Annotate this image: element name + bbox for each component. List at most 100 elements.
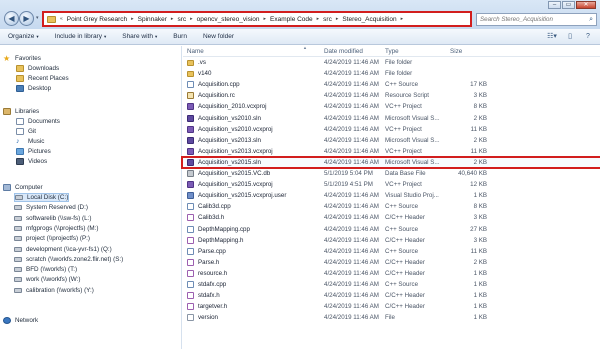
file-row[interactable]: stdafx.cpp 4/24/2019 11:46 AM C++ Source 1 … [183, 280, 600, 289]
nav-downloads[interactable]: Downloads [16, 64, 59, 73]
help-icon[interactable]: ? [582, 32, 594, 42]
nav-label: Computer [15, 184, 43, 191]
cpp-file-icon [187, 225, 194, 233]
file-row[interactable]: Acquisition.cpp 4/24/2019 11:46 AM C++ Sou… [183, 80, 600, 89]
file-row[interactable]: Acquisition_vs2013.sln 4/24/2019 11:46 AM… [183, 136, 600, 145]
nav-favorites[interactable]: ★ Favorites [3, 54, 41, 63]
share-with-menu[interactable]: Share with ▾ [114, 33, 165, 40]
file-row[interactable]: Acquisition_2010.vcxproj 4/24/2019 11:46 … [183, 102, 600, 111]
nav-label: mfgprogs (\\projectfs) (M:) [26, 224, 99, 232]
cpp-file-icon [187, 81, 194, 89]
preview-pane-icon[interactable]: ▯ [564, 32, 576, 42]
nav-drive-item[interactable]: System Reserved (D:) [14, 203, 88, 212]
window-controls: – ▭ ✕ [547, 1, 596, 9]
file-row[interactable]: Acquisition_vs2013.vcxproj 4/24/2019 11:4… [183, 147, 600, 156]
file-row[interactable]: Acquisition_vs2015.vcxproj.user 4/24/2019… [183, 191, 600, 200]
file-row[interactable]: v140 4/24/2019 11:46 AM File folder [183, 69, 600, 78]
recent-pages-chevron-icon[interactable]: ▾ [36, 15, 39, 21]
breadcrumb-item[interactable]: Stereo_Acquisition [339, 16, 399, 23]
file-row[interactable]: Acquisition.rc 4/24/2019 11:46 AM Resource… [183, 91, 600, 100]
nav-label: Downloads [28, 65, 60, 72]
address-bar[interactable]: « Point Grey Research ▸ Spinnaker ▸ src ▸ open… [42, 11, 472, 27]
file-row[interactable]: Acquisition_vs2015.VC.db 5/1/2019 5:04 PM… [183, 169, 600, 178]
file-row[interactable]: Parse.h 4/24/2019 11:46 AM C/C++ Header 2 K… [183, 258, 600, 267]
close-button[interactable]: ✕ [576, 1, 596, 9]
nav-network[interactable]: Network [3, 316, 38, 325]
organize-menu[interactable]: Organize ▾ [0, 33, 47, 40]
new-folder-button[interactable]: New folder [195, 33, 242, 40]
file-type: File folder [385, 59, 413, 66]
nav-music[interactable]: ♪ Music [16, 137, 44, 146]
file-row[interactable]: Parse.cpp 4/24/2019 11:46 AM C++ Source 11 … [183, 247, 600, 256]
breadcrumb-item[interactable]: Point Grey Research [64, 16, 130, 23]
column-header-name[interactable]: Name [187, 48, 204, 55]
file-row[interactable]: Calib3d.h 4/24/2019 11:46 AM C/C++ Header 3… [183, 213, 600, 222]
breadcrumb-item[interactable]: opencv_stereo_vision [194, 16, 263, 23]
breadcrumb-item[interactable]: Example Code [267, 16, 316, 23]
nav-videos[interactable]: Videos [16, 157, 47, 166]
breadcrumb-item[interactable]: src [174, 16, 189, 23]
file-row[interactable]: Acquisition_vs2015.sln 4/24/2019 11:46 AM… [181, 155, 600, 170]
file-type: File folder [385, 70, 413, 78]
nav-libraries[interactable]: Libraries [3, 107, 39, 116]
nav-documents[interactable]: Documents [16, 117, 60, 126]
file-row[interactable]: .vs 4/24/2019 11:46 AM File folder [183, 58, 600, 67]
forward-arrow-icon[interactable]: ▶ [19, 11, 34, 26]
file-date: 4/24/2019 11:46 AM [324, 70, 379, 78]
search-icon[interactable]: ⌕ [589, 16, 593, 24]
nav-drive-item[interactable]: work (\\workfs) (W:) [14, 275, 80, 284]
title-bar: – ▭ ✕ ◀ ▶ ▾ « Point Grey Research ▸ Spinna… [0, 0, 600, 29]
nav-drive-item[interactable]: project (\\projectfs) (P:) [14, 234, 90, 243]
nav-label: Favorites [15, 55, 41, 62]
file-size: 8 KB [473, 103, 487, 111]
file-row[interactable]: Acquisition_vs2015.vcxproj 5/1/2019 4:51 … [183, 180, 600, 189]
burn-button[interactable]: Burn [165, 33, 195, 40]
file-size: 17 KB [470, 81, 487, 89]
file-row[interactable]: DepthMapping.h 4/24/2019 11:46 AM C/C++ He… [183, 236, 600, 245]
breadcrumb-item[interactable]: Spinnaker [135, 16, 170, 23]
file-date: 4/24/2019 11:46 AM [324, 314, 379, 322]
include-in-library-menu[interactable]: Include in library ▾ [47, 33, 115, 40]
file-row[interactable]: version 4/24/2019 11:46 AM File 1 KB [183, 313, 600, 322]
file-row[interactable]: Acquisition_vs2010.sln 4/24/2019 11:46 AM… [183, 114, 600, 123]
file-row[interactable]: resource.h 4/24/2019 11:46 AM C/C++ Header… [183, 269, 600, 278]
nav-computer[interactable]: Computer [3, 183, 43, 192]
file-type: C++ Source [385, 81, 419, 89]
nav-drive-item[interactable]: scratch (\\workfs.zone2.flir.net) (S:) [14, 255, 123, 264]
drive-icon [15, 195, 23, 200]
maximize-button[interactable]: ▭ [562, 1, 575, 9]
h-file-icon [187, 214, 194, 222]
search-input[interactable] [477, 16, 577, 23]
file-size: 1 KB [473, 281, 487, 288]
column-header-type[interactable]: Type [385, 48, 399, 55]
nav-drive-item[interactable]: mfgprogs (\\projectfs) (M:) [14, 224, 98, 233]
search-box[interactable]: ⌕ [476, 13, 597, 26]
change-view-icon[interactable]: ☷▾ [546, 32, 558, 42]
column-header-date[interactable]: Date modified [324, 48, 363, 55]
file-name-cell: targetver.h [187, 303, 227, 311]
nav-drive-item[interactable]: Local Disk (C:) [14, 193, 70, 202]
nav-recent-places[interactable]: Recent Places [16, 74, 69, 83]
nav-drive-item[interactable]: development (\\ca-yvr-fs1) (Q:) [14, 245, 112, 254]
file-row[interactable]: targetver.h 4/24/2019 11:46 AM C/C++ Heade… [183, 302, 600, 311]
nav-git[interactable]: Git [16, 127, 36, 136]
file-row[interactable]: DepthMapping.cpp 4/24/2019 11:46 AM C++ So… [183, 225, 600, 234]
nav-drive-item[interactable]: BFD (\\workfs) (T:) [14, 265, 77, 274]
file-row[interactable]: Acquisition_vs2010.vcxproj 4/24/2019 11:4… [183, 125, 600, 134]
file-size: 2 KB [473, 158, 487, 166]
file-size: 1 KB [473, 292, 487, 300]
breadcrumb-chevron-icon[interactable]: ▸ [400, 16, 405, 22]
file-name: Calib3d.h [198, 214, 225, 222]
minimize-button[interactable]: – [548, 1, 561, 9]
column-header-size[interactable]: Size [450, 48, 462, 55]
breadcrumb-item[interactable]: src [320, 16, 335, 23]
nav-desktop[interactable]: Desktop [16, 84, 51, 93]
file-name-cell: resource.h [187, 269, 227, 277]
nav-drive-item[interactable]: softwarelib (\\sw-fs) (L:) [14, 214, 91, 223]
file-size: 1 KB [473, 269, 487, 277]
back-arrow-icon[interactable]: ◀ [4, 11, 19, 26]
nav-pictures[interactable]: Pictures [16, 147, 51, 156]
file-row[interactable]: Calib3d.cpp 4/24/2019 11:46 AM C++ Source 8… [183, 202, 600, 211]
file-row[interactable]: stdafx.h 4/24/2019 11:46 AM C/C++ Header 1 … [183, 291, 600, 300]
nav-drive-item[interactable]: calibration (\\workfs) (Y:) [14, 286, 94, 295]
